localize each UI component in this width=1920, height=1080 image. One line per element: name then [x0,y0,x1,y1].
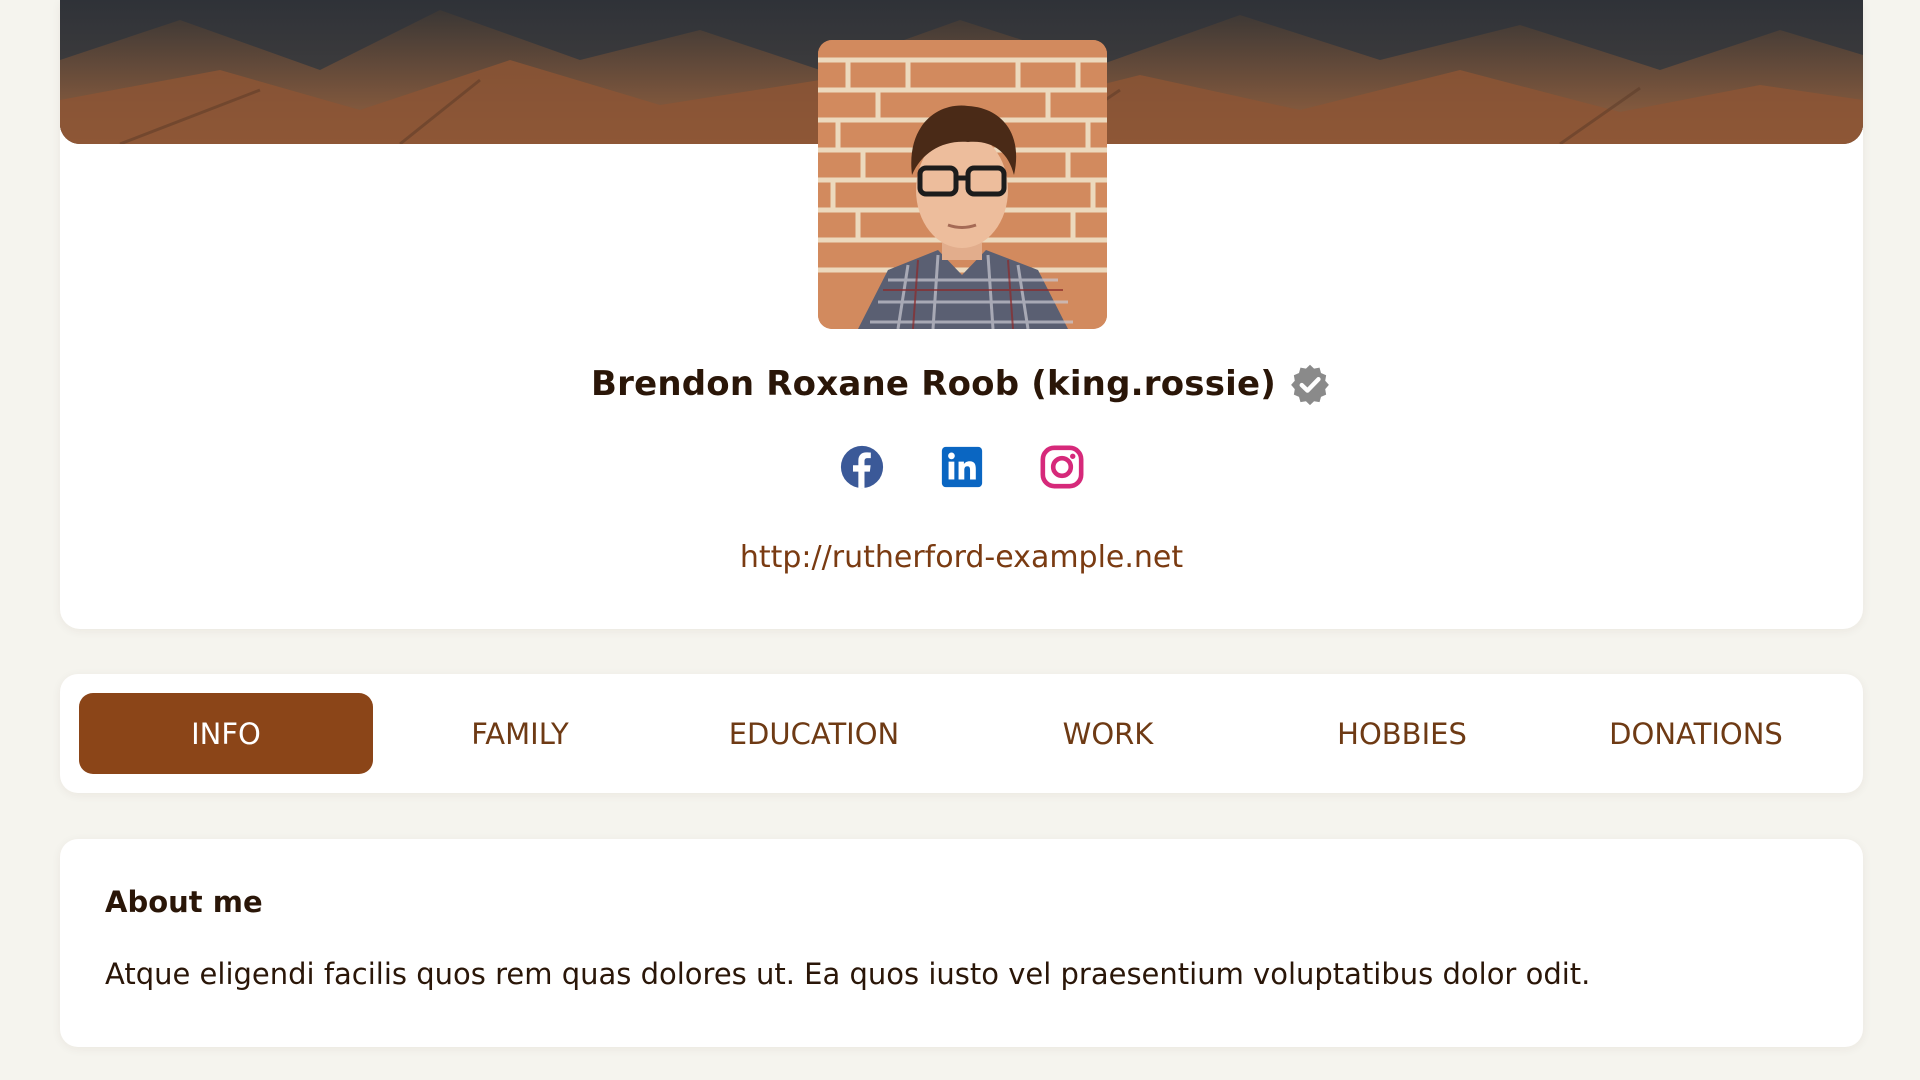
profile-tabs: INFO FAMILY EDUCATION WORK HOBBIES DONAT… [60,674,1863,793]
tab-education[interactable]: EDUCATION [667,693,961,774]
tab-family[interactable]: FAMILY [373,693,667,774]
social-links [60,444,1863,490]
tab-donations[interactable]: DONATIONS [1549,693,1843,774]
about-card: About me Atque eligendi facilis quos rem… [60,839,1863,1047]
verified-badge-icon [1288,362,1332,406]
profile-card: Brendon Roxane Roob (king.rossie) http:/… [60,0,1863,629]
tab-hobbies[interactable]: HOBBIES [1255,693,1549,774]
name-row: Brendon Roxane Roob (king.rossie) [60,362,1863,406]
website-link[interactable]: http://rutherford-example.net [60,540,1863,575]
tab-info[interactable]: INFO [79,693,373,774]
instagram-icon[interactable] [1039,444,1085,490]
linkedin-icon[interactable] [939,444,985,490]
facebook-icon[interactable] [839,444,885,490]
tab-work[interactable]: WORK [961,693,1255,774]
profile-name: Brendon Roxane Roob (king.rossie) [591,364,1276,404]
profile-avatar[interactable] [818,40,1107,329]
avatar-photo [818,40,1107,329]
about-title: About me [105,885,263,919]
about-text: Atque eligendi facilis quos rem quas dol… [105,957,1591,991]
